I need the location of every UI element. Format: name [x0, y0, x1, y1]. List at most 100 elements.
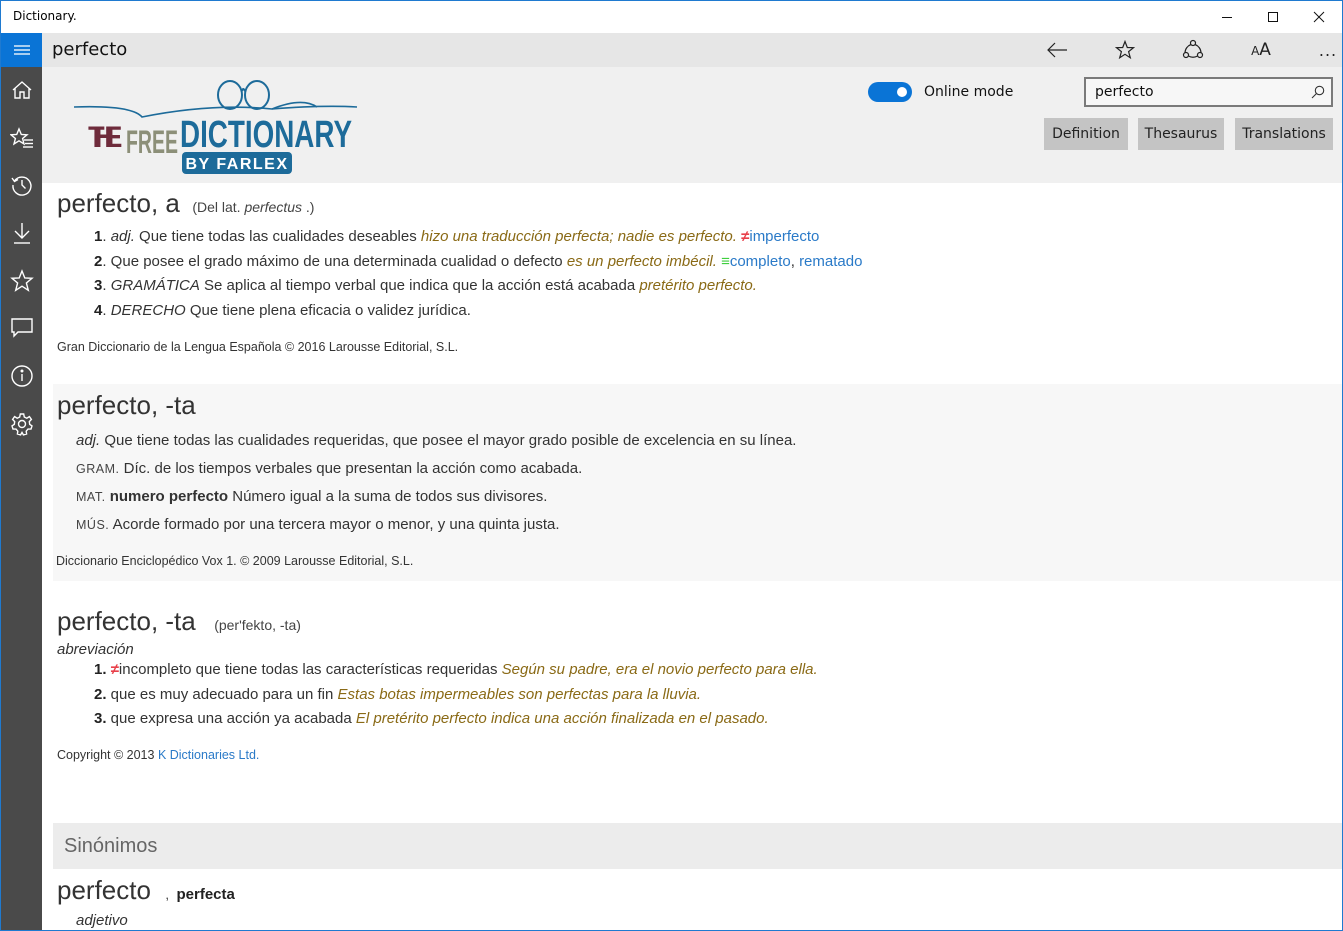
synonyms-title: Sinónimos — [64, 835, 158, 857]
tab-thesaurus[interactable]: Thesaurus — [1138, 118, 1224, 150]
definition-list: 1. adj. Que tiene todas las cualidades d… — [57, 225, 1342, 323]
part-of-speech: abreviación — [57, 641, 134, 658]
definition-item: 4. DERECHO Que tiene plena eficacia o va… — [94, 301, 471, 319]
synonym-icon: ≡ — [721, 252, 730, 270]
pronunciation: (per'fekto, -ta) — [214, 617, 301, 633]
variant: perfecta — [176, 886, 235, 903]
sidebar-item-about[interactable] — [1, 354, 42, 398]
minimize-button[interactable] — [1204, 1, 1250, 33]
logo-the: THE — [88, 121, 122, 155]
close-icon — [1313, 11, 1325, 23]
online-mode-toggle[interactable]: Online mode — [868, 81, 1013, 103]
definition-item: 3. que expresa una acción ya acabada El … — [94, 710, 769, 727]
definition-item: 2. Que posee el grado máximo de una dete… — [94, 252, 863, 270]
k-dictionaries-link[interactable]: K Dictionaries Ltd. — [158, 748, 259, 762]
tab-translations[interactable]: Translations — [1235, 118, 1333, 150]
more-button[interactable]: ... — [1306, 33, 1342, 67]
headword: perfecto — [57, 875, 151, 905]
entry-vox: perfecto, -ta adj. Que tiene todas las c… — [53, 384, 1342, 581]
sidebar-item-history[interactable] — [1, 163, 42, 207]
home-icon — [12, 81, 31, 99]
definition-item: 1. adj. Que tiene todas las cualidades d… — [94, 228, 820, 245]
font-size-icon: AA — [1251, 40, 1271, 60]
example: Según su padre, era el novio perfecto pa… — [501, 661, 818, 678]
synonyms-entry: perfecto , perfecta adjetivo — [57, 875, 1342, 929]
tab-definition[interactable]: Definition — [1044, 118, 1128, 150]
title-bar: Dictionary. — [1, 1, 1342, 33]
sidebar-item-downloads[interactable] — [1, 211, 42, 255]
minimize-icon — [1222, 17, 1232, 18]
gear-icon — [10, 413, 33, 436]
headword: perfecto, a — [57, 188, 180, 218]
antonym-icon: ≠ — [110, 661, 119, 678]
definition-item: MÚS. Acorde formado por una tercera mayo… — [76, 516, 560, 533]
example: hizo una traducción perfecta; nadie es p… — [420, 228, 737, 245]
example: pretérito perfecto. — [639, 277, 757, 294]
star-icon — [1115, 40, 1135, 60]
info-icon — [10, 365, 33, 387]
search-icon[interactable] — [1311, 85, 1325, 99]
share-icon — [1182, 39, 1204, 59]
logo-dictionary: DICTIONARY — [180, 114, 352, 156]
back-arrow-icon — [1047, 42, 1067, 58]
toggle-switch[interactable] — [868, 82, 912, 102]
thefreedictionary-logo[interactable]: THE FREE DICTIONARY BY FARLEX — [72, 79, 362, 179]
hamburger-icon — [13, 45, 30, 55]
online-mode-label: Online mode — [924, 84, 1014, 100]
star-icon — [9, 269, 34, 292]
headword: perfecto, -ta — [57, 390, 196, 420]
entry-k-dictionaries: perfecto, -ta (per'fekto, -ta) abreviaci… — [57, 606, 1342, 762]
source-attribution: Diccionario Enciclopédico Vox 1. © 2009 … — [56, 554, 414, 568]
header: THE FREE DICTIONARY BY FARLEX Online mod… — [42, 67, 1342, 183]
entry-heading: perfecto, -ta (per'fekto, -ta) — [57, 606, 1342, 637]
maximize-button[interactable] — [1250, 1, 1296, 33]
sidebar-item-settings[interactable] — [1, 402, 42, 446]
more-icon: ... — [1318, 40, 1338, 60]
back-button[interactable] — [1035, 33, 1079, 67]
close-button[interactable] — [1296, 1, 1342, 33]
synonym-link[interactable]: completo — [730, 253, 791, 270]
maximize-icon — [1268, 12, 1278, 22]
current-word: perfecto — [52, 39, 128, 60]
example: es un perfecto imbécil. — [566, 252, 717, 270]
download-icon — [13, 223, 30, 244]
command-bar: perfecto AA ... — [42, 33, 1342, 67]
sidebar — [1, 33, 42, 930]
source-attribution: Copyright © 2013 K Dictionaries Ltd. — [57, 747, 260, 762]
definition-item: 2. que es muy adecuado para un fin Estas… — [94, 685, 702, 703]
sidebar-item-rate[interactable] — [1, 259, 42, 303]
logo-free: FREE — [126, 124, 178, 160]
font-size-button[interactable]: AA — [1239, 33, 1283, 67]
antonym-link[interactable]: imperfecto — [749, 228, 819, 245]
definition-item: GRAM. Díc. de los tiempos verbales que p… — [76, 460, 583, 477]
app-window: Dictionary. perfecto AA ... THE FREE DIC… — [0, 0, 1343, 931]
headword: perfecto, -ta — [57, 606, 196, 636]
search-input[interactable] — [1086, 79, 1306, 105]
part-of-speech: adjetivo — [76, 912, 128, 929]
sidebar-item-favorites-list[interactable] — [1, 116, 42, 160]
search-box[interactable] — [1084, 77, 1333, 107]
etymology: (Del lat. perfectus .) — [192, 199, 315, 215]
entry-larousse-gran: perfecto, a (Del lat. perfectus .) 1. ad… — [57, 188, 1342, 354]
synonym-link[interactable]: rematado — [799, 253, 862, 270]
toggle-knob — [897, 87, 907, 97]
comment-icon — [10, 318, 33, 338]
variant-separator: , — [165, 887, 170, 902]
definition-item: adj. Que tiene todas las cualidades requ… — [76, 432, 797, 449]
example: Estas botas impermeables son perfectas p… — [337, 685, 702, 703]
star-list-icon — [9, 127, 33, 148]
definition-list: 1. ≠incompleto que tiene todas las carac… — [57, 658, 1342, 732]
logo-by-farlex: BY FARLEX — [186, 156, 289, 173]
window-title: Dictionary. — [13, 9, 77, 23]
sidebar-item-home[interactable] — [1, 68, 42, 112]
hamburger-menu-button[interactable] — [1, 33, 42, 67]
share-button[interactable] — [1171, 33, 1215, 67]
favorite-button[interactable] — [1103, 33, 1147, 67]
sidebar-item-feedback[interactable] — [1, 306, 42, 350]
entry-heading: perfecto, a (Del lat. perfectus .) — [57, 188, 1342, 219]
definition-content: perfecto, a (Del lat. perfectus .) 1. ad… — [42, 183, 1342, 930]
source-attribution: Gran Diccionario de la Lengua Española ©… — [57, 340, 459, 354]
synonyms-section-header: Sinónimos — [53, 823, 1342, 869]
definition-item: 3. GRAMÁTICA Se aplica al tiempo verbal … — [94, 277, 757, 294]
example: El pretérito perfecto indica una acción … — [355, 710, 769, 727]
